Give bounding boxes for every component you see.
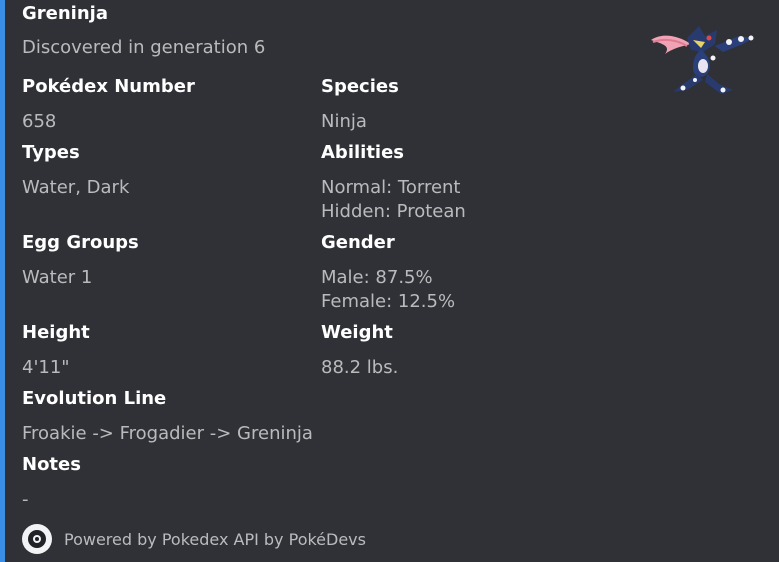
field-value-height: 4'11" — [22, 357, 70, 378]
field-name-weight: Weight — [321, 322, 393, 343]
field-value-egg-groups: Water 1 — [22, 267, 93, 288]
embed-footer: Powered by Pokedex API by PokéDevs — [22, 524, 366, 554]
field-value-gender: Male: 87.5% Female: 12.5% — [321, 267, 456, 312]
field-name-notes: Notes — [22, 454, 81, 475]
field-name-species: Species — [321, 76, 399, 97]
pokedevs-logo-icon — [22, 524, 52, 554]
field-name-abilities: Abilities — [321, 142, 405, 163]
field-value-evolution-line: Froakie -> Frogadier -> Greninja — [22, 423, 313, 444]
field-name-egg-groups: Egg Groups — [22, 232, 139, 253]
embed-description: Discovered in generation 6 — [22, 37, 266, 58]
field-name-evolution-line: Evolution Line — [22, 388, 167, 409]
pokemon-embed: Greninja Discovered in generation 6 Poké… — [0, 0, 779, 562]
greninja-sprite-icon[interactable] — [643, 18, 765, 100]
field-name-types: Types — [22, 142, 80, 163]
field-value-notes: - — [22, 489, 29, 510]
field-name-pokedex-number: Pokédex Number — [22, 76, 195, 97]
field-value-types: Water, Dark — [22, 177, 130, 198]
field-value-pokedex-number: 658 — [22, 111, 57, 132]
field-value-species: Ninja — [321, 111, 367, 132]
field-name-gender: Gender — [321, 232, 395, 253]
field-value-weight: 88.2 lbs. — [321, 357, 399, 378]
footer-text: Powered by Pokedex API by PokéDevs — [64, 529, 366, 549]
field-value-abilities: Normal: Torrent Hidden: Protean — [321, 177, 466, 222]
embed-title: Greninja — [22, 3, 108, 24]
field-name-height: Height — [22, 322, 90, 343]
